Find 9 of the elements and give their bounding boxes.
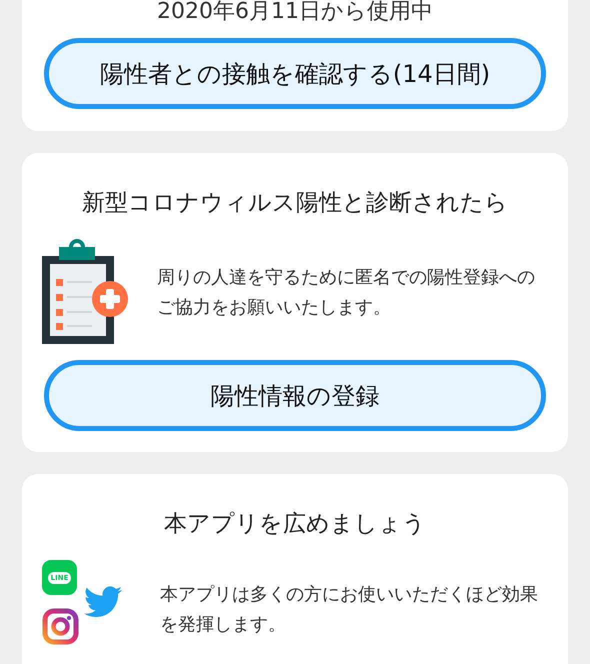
action-button[interactable]: 陽性者との接触を確認する(14日間) [44,38,546,109]
action-button[interactable]: 陽性情報の登録 [44,360,546,431]
description-text: 周りの人達を守るために匿名での陽性登録へのご協力をお願いいたします。 [157,266,536,320]
card-title: 新型コロナウィルス陽性と診断されたら [81,189,509,218]
card-title: 本アプリを広めましょう [163,510,427,539]
description-text: 本アプリは多くの方にお使いいただくほど効果を発揮します。 [160,583,539,637]
camera-logo-icon [42,608,79,645]
bird-icon [84,586,122,618]
usage-since-text: 2020年6月11日から使用中 [157,0,433,26]
